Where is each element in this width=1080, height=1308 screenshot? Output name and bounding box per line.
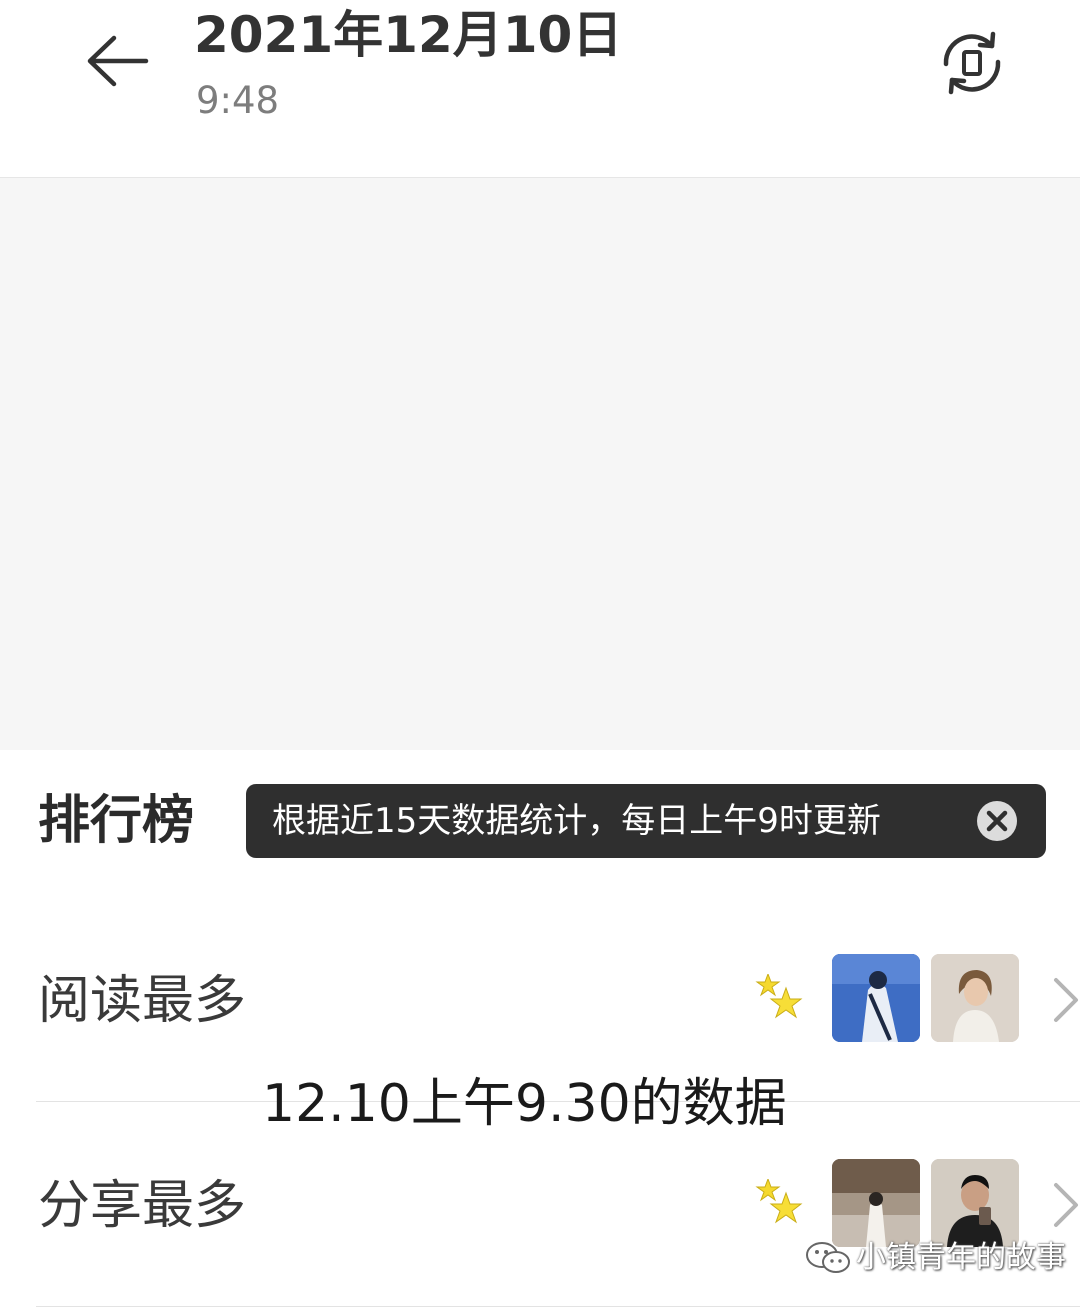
ranking-title: 排行榜 xyxy=(38,791,195,851)
row-divider xyxy=(36,1306,1080,1307)
page-subtitle-time: 9:48 xyxy=(196,79,280,122)
avatar xyxy=(832,1159,920,1247)
overlay-caption: 12.10上午9.30的数据 xyxy=(262,1074,787,1134)
top-app-bar: 2021年12月10日 9:48 xyxy=(0,0,1080,178)
chevron-right-icon xyxy=(1054,1183,1078,1227)
avatar xyxy=(931,1159,1019,1247)
rotate-screen-icon xyxy=(943,31,1001,95)
sparkle-icon xyxy=(755,1179,803,1224)
info-tooltip: 根据近15天数据统计，每日上午9时更新 xyxy=(246,784,1046,858)
avatar xyxy=(931,954,1019,1042)
content-placeholder xyxy=(0,178,1080,750)
tooltip-text: 根据近15天数据统计，每日上午9时更新 xyxy=(272,801,881,841)
chevron-right-icon xyxy=(1054,978,1078,1022)
back-button[interactable] xyxy=(80,28,154,94)
arrow-left-icon xyxy=(87,35,149,87)
row-label: 阅读最多 xyxy=(38,971,247,1031)
wechat-icon xyxy=(806,1242,850,1273)
avatar xyxy=(832,954,920,1042)
rotate-screen-button[interactable] xyxy=(934,28,1010,98)
watermark-text: 小镇青年的故事 xyxy=(856,1240,1066,1275)
tooltip-close-button[interactable] xyxy=(976,800,1018,842)
close-circle-icon xyxy=(977,801,1017,841)
page-title: 2021年12月10日 xyxy=(194,6,623,64)
ranking-row-most-read[interactable]: 阅读最多 xyxy=(0,900,1080,1100)
sparkle-icon xyxy=(755,974,803,1019)
row-label: 分享最多 xyxy=(38,1176,247,1236)
